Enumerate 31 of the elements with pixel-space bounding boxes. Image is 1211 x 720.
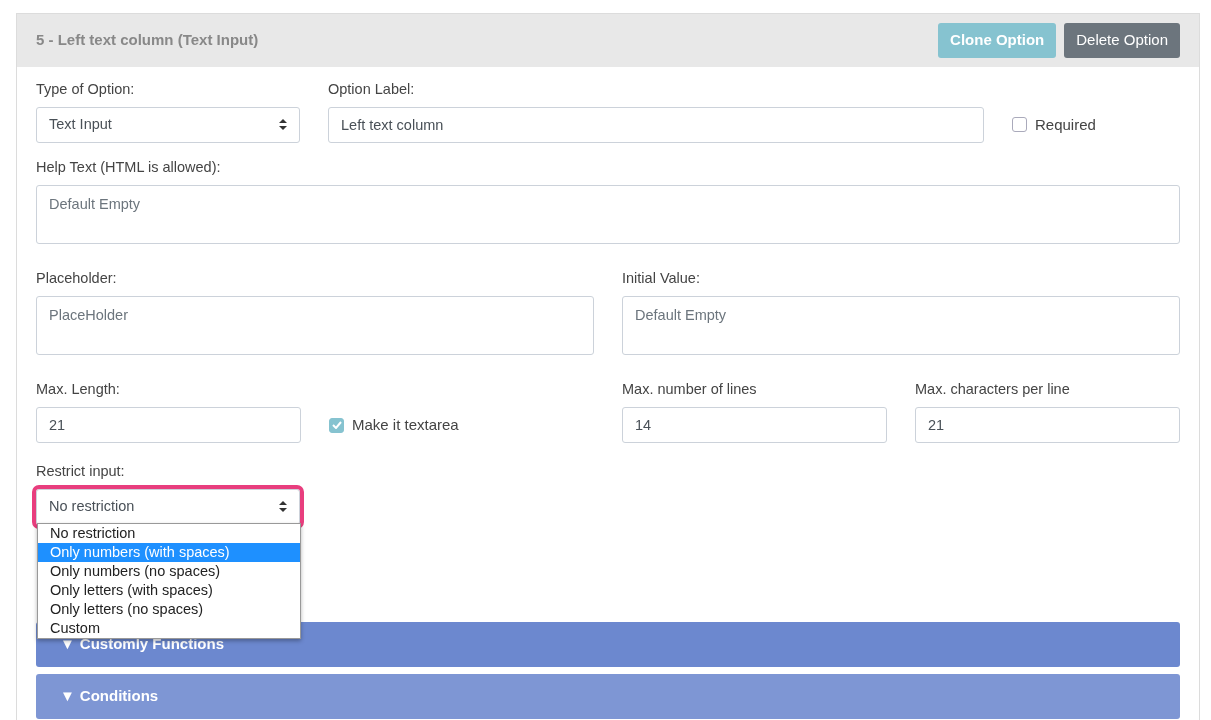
text-area[interactable]: PlaceHolder — [36, 295, 594, 355]
checkbox-label: Make it textarea — [352, 414, 459, 435]
field-label: Placeholder: — [36, 269, 118, 288]
field-label: Restrict input: — [36, 462, 126, 481]
field-label: Max. Length: — [36, 380, 121, 400]
field-label: Help Text (HTML is allowed): — [36, 157, 222, 177]
text-field[interactable]: Left text column — [328, 106, 984, 143]
section-label: Conditions — [79, 686, 159, 706]
sort-arrows-icon — [279, 501, 287, 513]
field-label: Option Label: — [328, 80, 416, 99]
dropdown-option[interactable]: Only letters (with spaces) — [38, 580, 300, 600]
text-area[interactable]: Default Empty — [622, 295, 1180, 355]
checkbox[interactable] — [329, 417, 344, 433]
checkbox-label: Required — [1035, 114, 1096, 135]
field-label: Max. number of lines — [622, 380, 758, 400]
select-field[interactable]: Text Input — [36, 106, 300, 143]
toggle-arrow: ▼ — [60, 686, 75, 706]
field-label: Max. characters per line — [915, 380, 1071, 400]
text-field[interactable]: 21 — [36, 407, 301, 443]
text-field[interactable]: 14 — [622, 407, 887, 443]
dropdown-option[interactable]: Only numbers (no spaces) — [38, 561, 300, 581]
dropdown-option[interactable]: No restriction — [38, 523, 300, 543]
field-label: Initial Value: — [622, 269, 701, 288]
checkbox[interactable] — [1012, 117, 1027, 133]
option-title: 5 - Left text column (Text Input) — [36, 30, 259, 51]
option-button[interactable]: Delete Option — [1064, 23, 1180, 58]
text-field[interactable]: 21 — [915, 407, 1180, 443]
dropdown-option[interactable]: Only letters (no spaces) — [38, 599, 300, 619]
sort-arrows-icon — [279, 119, 287, 131]
field-label: Type of Option: — [36, 80, 136, 99]
text-area[interactable]: Default Empty — [36, 184, 1180, 244]
